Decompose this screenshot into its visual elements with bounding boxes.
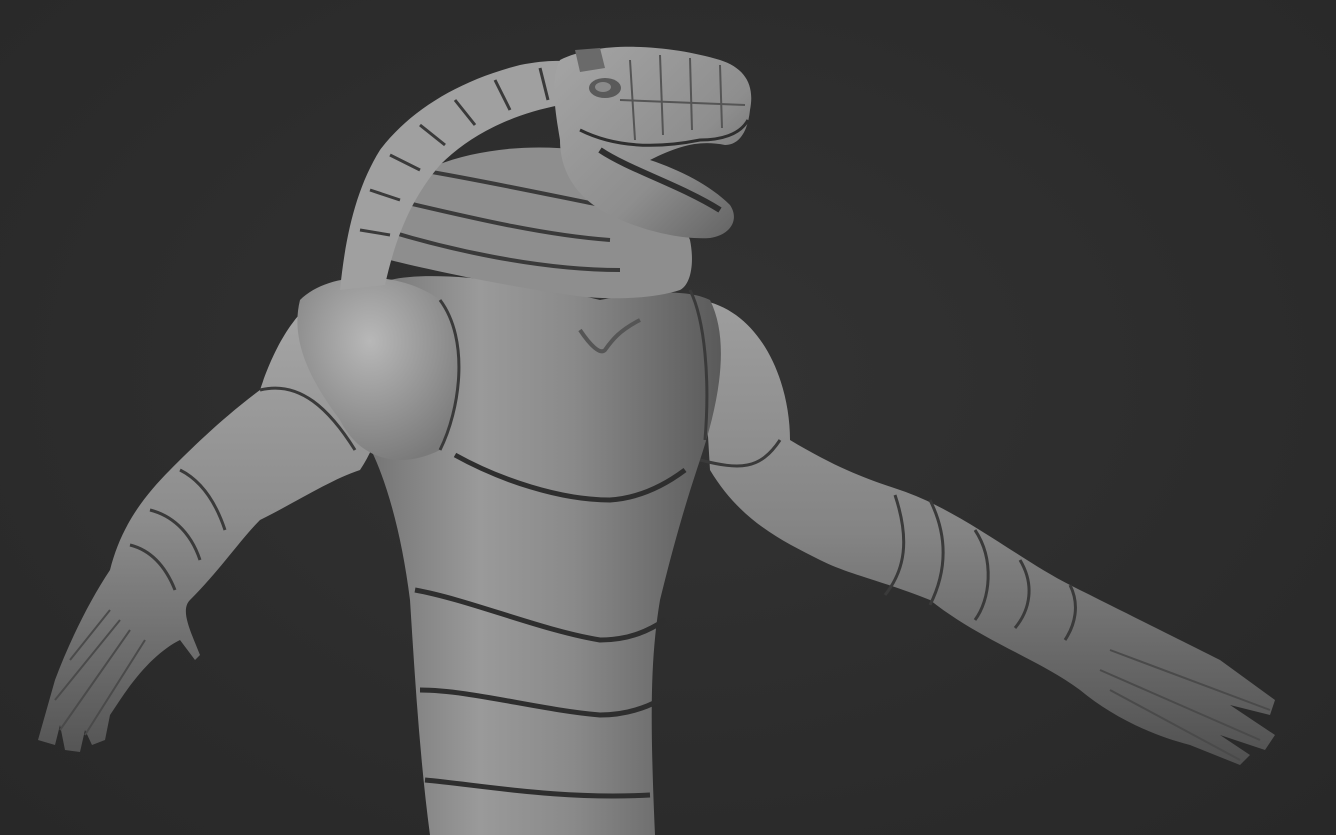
sculpt-viewport[interactable] bbox=[0, 0, 1336, 835]
right-arm bbox=[699, 300, 1275, 765]
torso bbox=[297, 276, 721, 835]
sculpt-render bbox=[38, 46, 1275, 835]
